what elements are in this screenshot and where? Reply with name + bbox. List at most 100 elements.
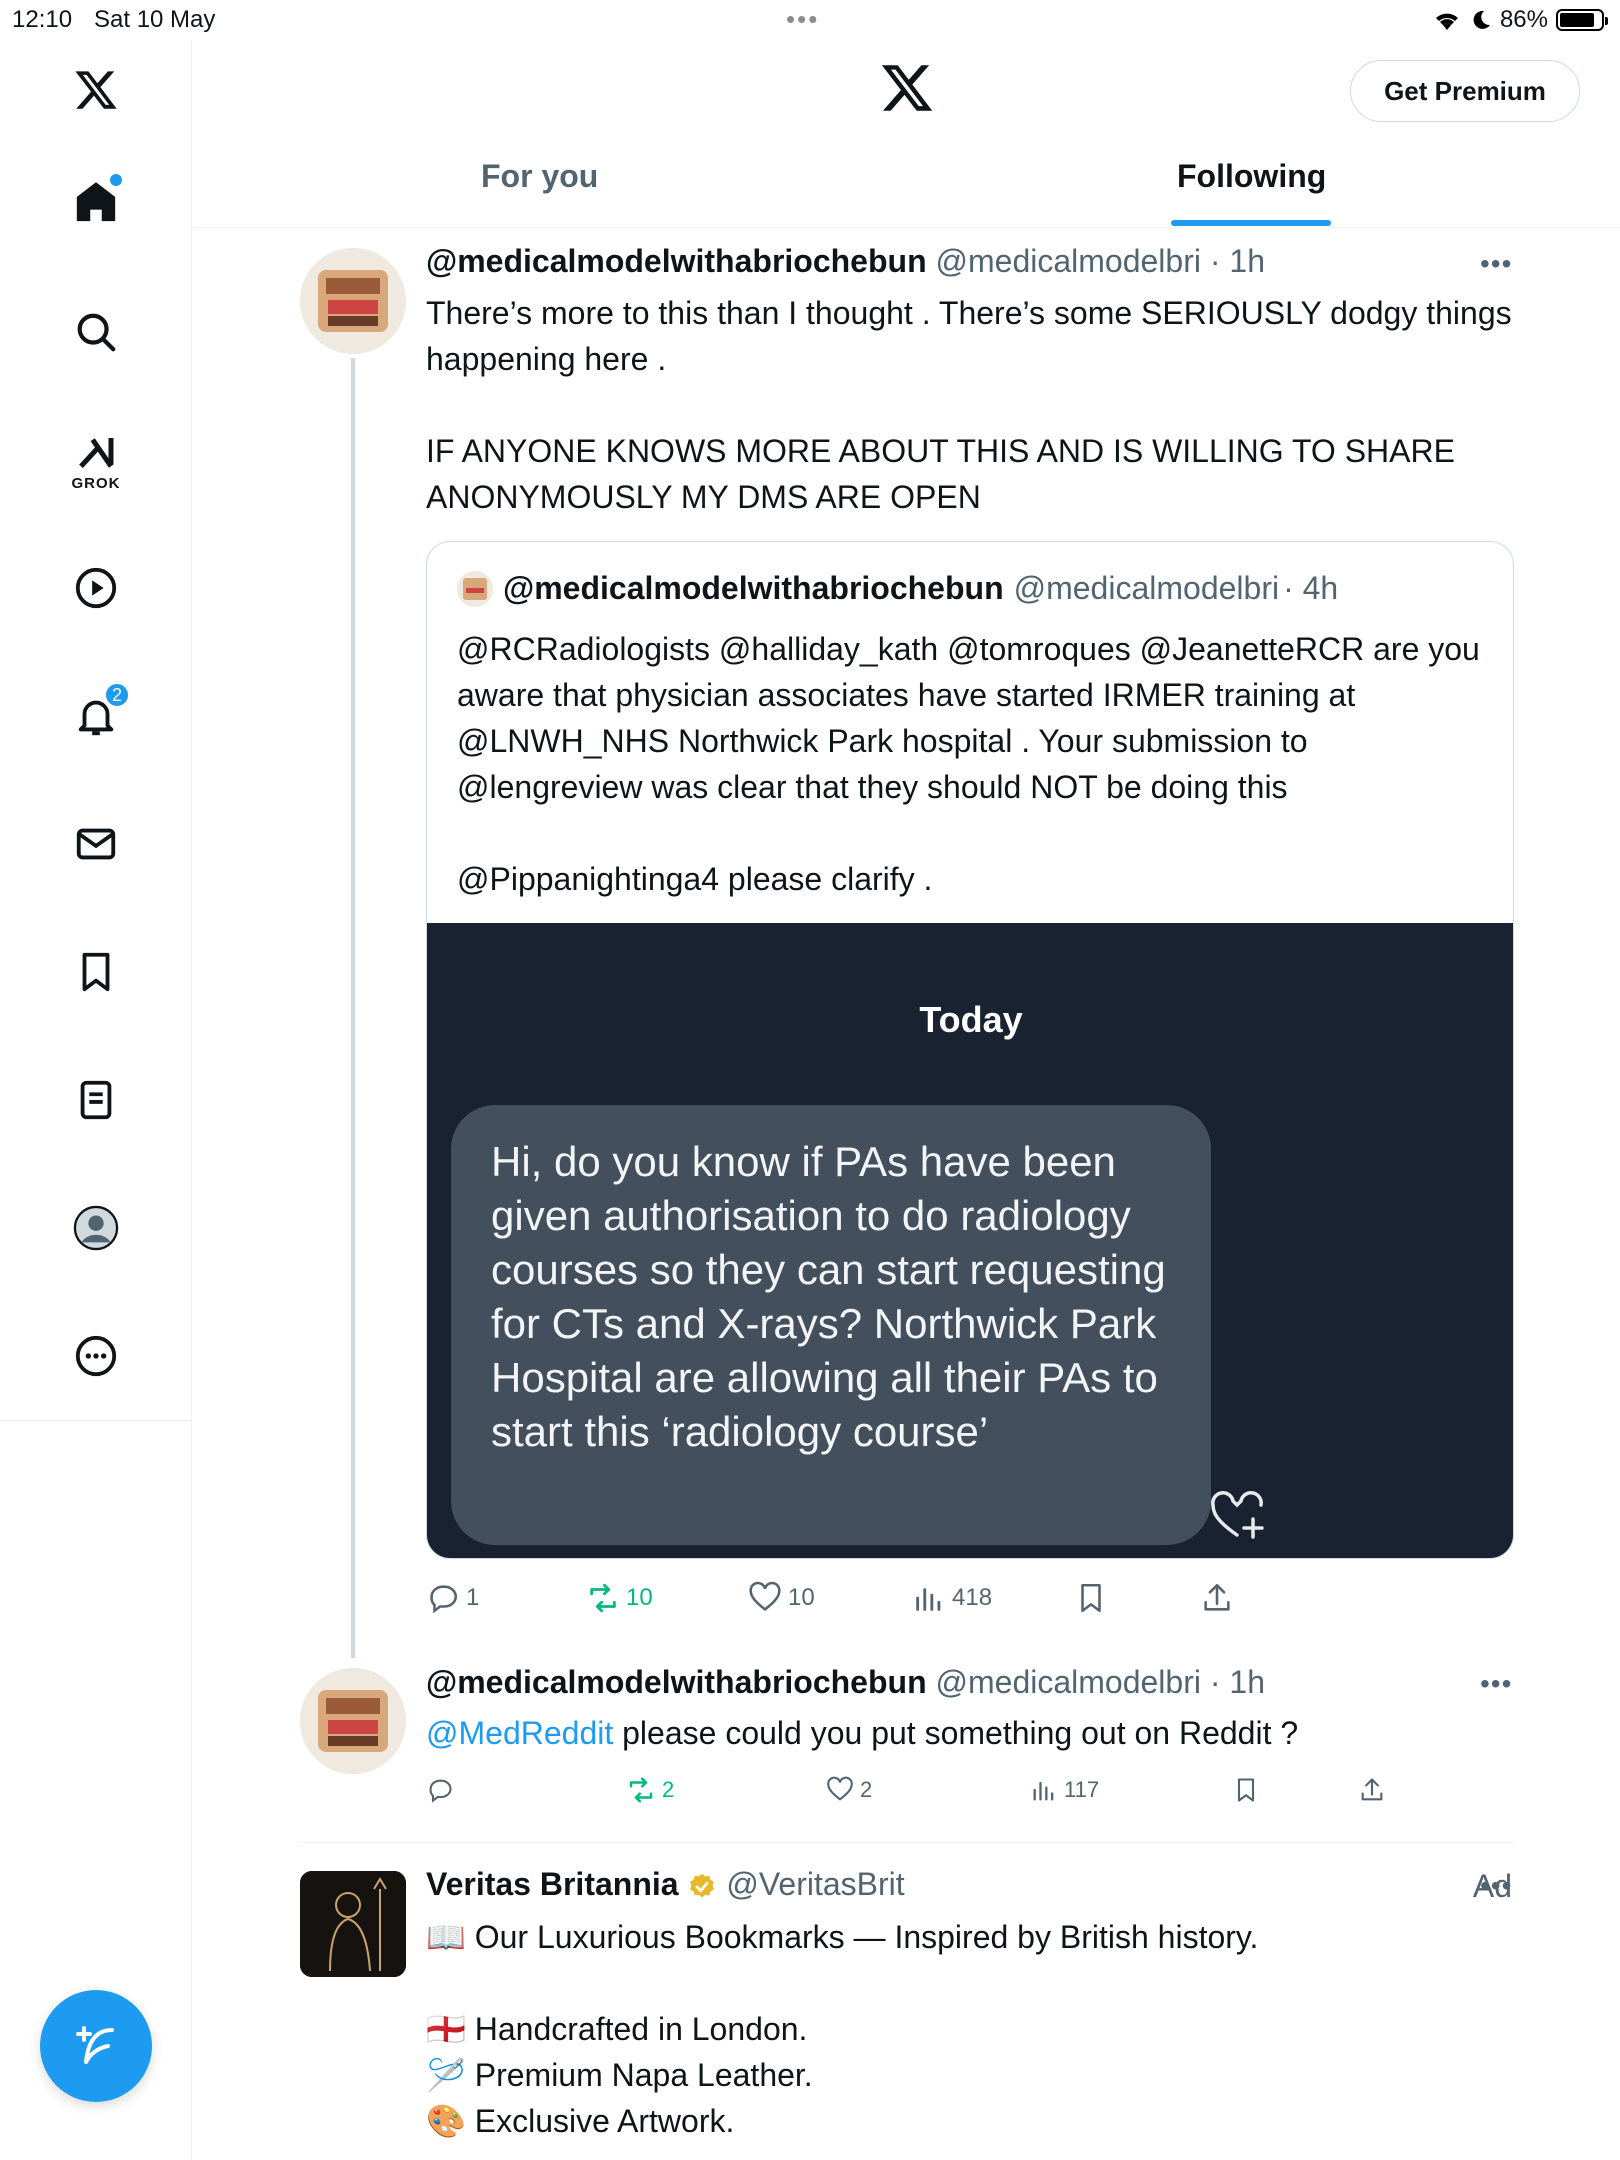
- reply-icon: [430, 1585, 457, 1614]
- get-premium-button[interactable]: Get Premium: [1350, 60, 1580, 122]
- views-count: 418: [952, 1584, 993, 1611]
- sidebar-item-grok[interactable]: GROK: [56, 422, 136, 502]
- bookmark-icon: [1081, 1583, 1101, 1613]
- mention-link[interactable]: @MedReddit: [426, 1715, 613, 1751]
- bookmark-button[interactable]: [1232, 1776, 1260, 1804]
- quoted-tweet-text: @RCRadiologists @halliday_kath @tomroque…: [457, 631, 1480, 897]
- multitasking-dots-icon[interactable]: •••: [786, 4, 819, 35]
- author-handle[interactable]: @medicalmodelbri: [936, 243, 1201, 279]
- quoted-author-handle: @medicalmodelbri: [1013, 570, 1280, 606]
- share-icon: [1361, 1778, 1383, 1801]
- quoted-tweet[interactable]: @medicalmodelwithabriochebun @medicalmod…: [426, 541, 1514, 1559]
- sidebar-item-search[interactable]: [56, 292, 136, 372]
- repost-button[interactable]: 10: [586, 1581, 653, 1615]
- lists-icon: [80, 1080, 112, 1120]
- sidebar-item-notifications[interactable]: 2: [56, 676, 136, 756]
- views-chart-icon: [1033, 1781, 1054, 1801]
- more-icon: [75, 1335, 117, 1377]
- home-icon: [76, 182, 116, 222]
- battery-percent: 86%: [1499, 6, 1548, 33]
- views-button[interactable]: 418: [912, 1581, 992, 1615]
- bookmark-icon: [82, 952, 110, 992]
- profile-icon: [73, 1205, 119, 1251]
- tweet-actions: 2 2 117: [426, 1772, 1514, 1808]
- repost-button[interactable]: 2: [626, 1775, 674, 1805]
- quoted-tweet-time: · 4h: [1283, 570, 1339, 606]
- bookmark-button[interactable]: [1074, 1581, 1108, 1615]
- status-bar: 12:10 Sat 10 May ••• 86%: [0, 0, 1620, 40]
- more-options-icon[interactable]: •••: [1480, 248, 1512, 280]
- avatar-image: [300, 248, 406, 354]
- compose-feather-icon: [76, 2026, 114, 2064]
- like-button[interactable]: 2: [826, 1776, 872, 1804]
- moon-icon: [1473, 10, 1490, 29]
- tweet-header: @medicalmodelwithabriochebun @medicalmod…: [426, 1664, 1265, 1701]
- avatar[interactable]: [300, 248, 406, 354]
- x-logo-center-icon[interactable]: [879, 60, 935, 121]
- compose-post-button[interactable]: [40, 1990, 152, 2102]
- verified-badge-icon: [690, 1873, 715, 1897]
- avatar-image: [300, 1668, 406, 1774]
- repost-icon: [590, 1583, 616, 1613]
- media-message-bubble: Hi, do you know if PAs have been given a…: [451, 1105, 1211, 1545]
- sidebar-item-profile[interactable]: [56, 1188, 136, 1268]
- quoted-avatar: [457, 570, 493, 607]
- reply-button[interactable]: 1: [426, 1581, 479, 1615]
- like-count: 10: [788, 1584, 815, 1611]
- timeline-header: Get Premium For you Following: [193, 40, 1620, 228]
- views-count: 117: [1064, 1777, 1100, 1802]
- sidebar-item-video[interactable]: [56, 548, 136, 628]
- repost-icon: [629, 1777, 653, 1803]
- ad-text-line: 🎨 Exclusive Artwork.: [426, 2103, 735, 2139]
- author-name[interactable]: @medicalmodelwithabriochebun: [426, 1664, 927, 1700]
- views-button[interactable]: 117: [1030, 1776, 1099, 1804]
- x-logo-icon: [75, 71, 117, 109]
- thread-connector-line: [351, 358, 355, 1658]
- like-count: 2: [860, 1777, 873, 1802]
- status-time: 12:10: [12, 6, 73, 33]
- quoted-media-image[interactable]: Today Hi, do you know if PAs have been g…: [427, 923, 1513, 1558]
- x-logo-icon[interactable]: [56, 50, 136, 130]
- author-name[interactable]: @medicalmodelwithabriochebun: [426, 243, 927, 279]
- sidebar-item-more[interactable]: [56, 1316, 136, 1396]
- tab-following[interactable]: Following: [1177, 158, 1326, 195]
- notifications-badge: 2: [104, 682, 130, 708]
- active-tab-indicator: [1171, 220, 1331, 226]
- heart-icon: [827, 1776, 853, 1801]
- like-button[interactable]: 10: [748, 1581, 815, 1615]
- ad-text-line: 🪡 Premium Napa Leather.: [426, 2057, 813, 2093]
- heart-add-reaction-icon: [1211, 1491, 1264, 1539]
- tweet-divider: [300, 1842, 1514, 1843]
- tweet-text: There’s more to this than I thought . Th…: [426, 295, 1512, 515]
- sidebar-item-bookmarks[interactable]: [56, 932, 136, 1012]
- share-button[interactable]: [1358, 1776, 1386, 1804]
- battery-icon: [1556, 9, 1608, 31]
- tweet-time[interactable]: · 1h: [1210, 1664, 1265, 1700]
- author-handle[interactable]: @medicalmodelbri: [936, 1664, 1201, 1700]
- sidebar: GROK 2: [0, 40, 192, 2160]
- share-icon: [1204, 1583, 1230, 1611]
- tweet-text: @MedReddit please could you put somethin…: [426, 1710, 1526, 1756]
- tweet-header: Veritas Britannia @VeritasBrit: [426, 1866, 905, 1903]
- ad-avatar[interactable]: [300, 1871, 406, 1977]
- more-options-icon[interactable]: •••: [1480, 1870, 1512, 1902]
- reply-button[interactable]: [426, 1776, 454, 1804]
- share-button[interactable]: [1200, 1581, 1234, 1615]
- video-icon: [75, 567, 117, 609]
- ad-author-handle[interactable]: @VeritasBrit: [726, 1866, 904, 1902]
- avatar[interactable]: [300, 1668, 406, 1774]
- ad-author-name[interactable]: Veritas Britannia: [426, 1866, 679, 1902]
- mail-icon: [76, 828, 116, 860]
- tweet-time[interactable]: · 1h: [1210, 243, 1265, 279]
- sidebar-item-messages[interactable]: [56, 804, 136, 884]
- tweet-actions: 1 10 10 418: [426, 1578, 1514, 1618]
- grok-label: GROK: [71, 474, 121, 492]
- wifi-icon: [1435, 13, 1458, 30]
- more-options-icon[interactable]: •••: [1480, 1668, 1512, 1700]
- sidebar-item-lists[interactable]: [56, 1060, 136, 1140]
- britannia-figure-image: [300, 1871, 406, 1977]
- sidebar-item-home[interactable]: [56, 162, 136, 242]
- tab-for-you[interactable]: For you: [481, 158, 598, 195]
- sidebar-divider: [0, 1420, 192, 1421]
- grok-icon: [79, 437, 114, 468]
